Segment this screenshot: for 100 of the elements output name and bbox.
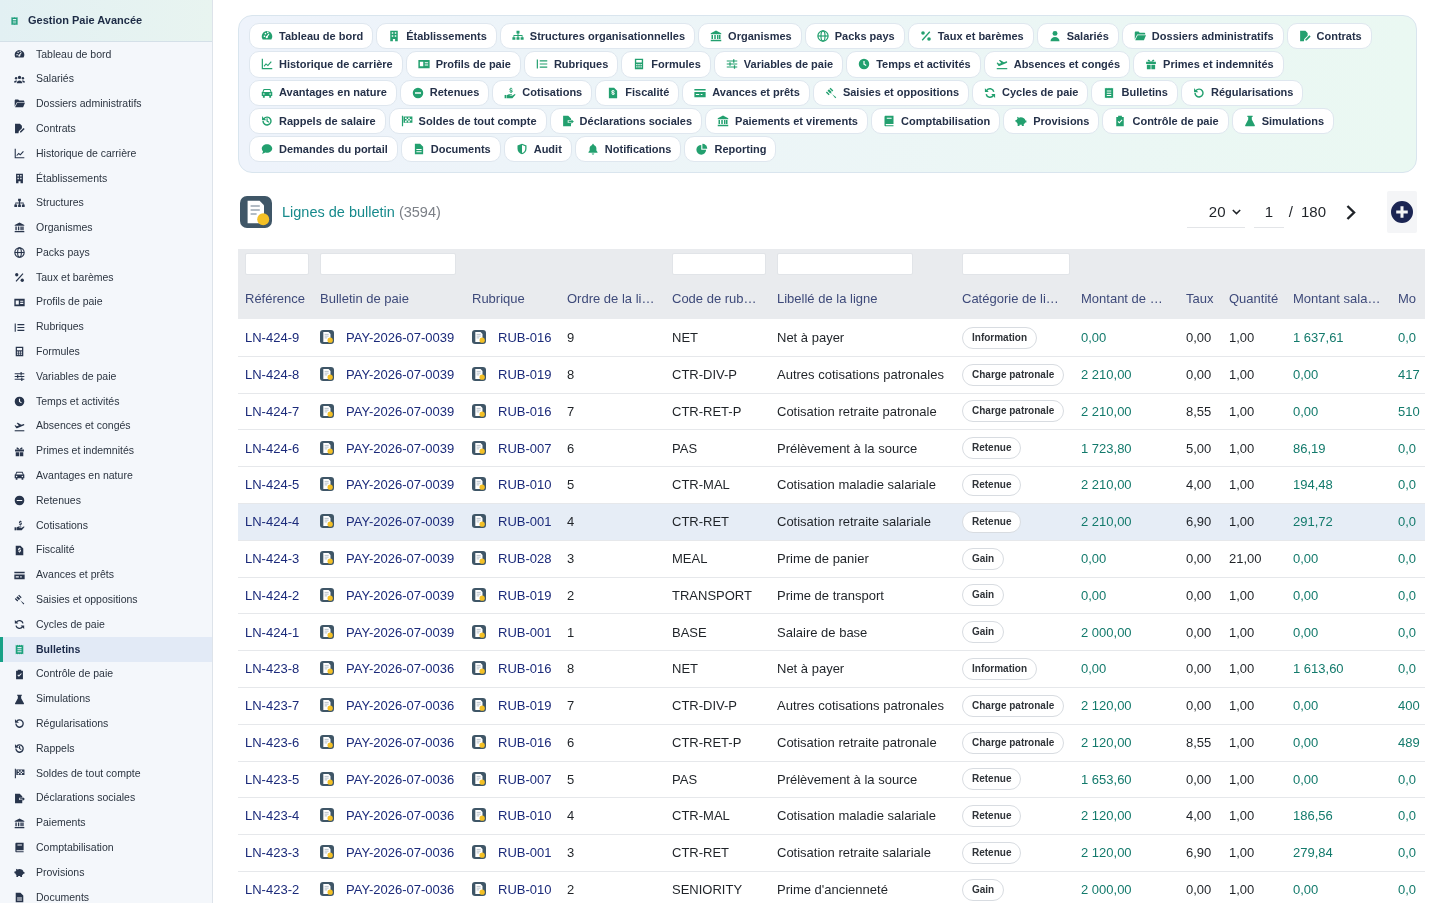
- reference-link[interactable]: LN-424-8: [245, 366, 300, 382]
- table-row[interactable]: LN-424-5 PAY-2026-07-0039 RUB-010 5 CTR-MAL Cotisation maladie salariale Retenue 2 210,00 4,00 1,00 194,48 0,0: [238, 466, 1425, 504]
- module-link[interactable]: Contrats: [1286, 23, 1372, 50]
- payslip-link[interactable]: PAY-2026-07-0036: [346, 808, 455, 824]
- rubric-link[interactable]: RUB-028: [498, 550, 552, 566]
- column-header[interactable]: Mo: [1391, 279, 1425, 320]
- payslip-link[interactable]: PAY-2026-07-0039: [346, 624, 455, 640]
- sidebar-item[interactable]: Taux et barèmes: [0, 265, 212, 290]
- rubric-link[interactable]: RUB-019: [498, 587, 552, 603]
- sidebar-item[interactable]: Dossiers administratifs: [0, 91, 212, 117]
- table-row[interactable]: LN-423-8 PAY-2026-07-0036 RUB-016 8 NET Net à payer Information 0,00 0,00 1,00 1 613,60 0,0: [238, 650, 1425, 688]
- sidebar-item[interactable]: Déclarations sociales: [0, 785, 212, 811]
- module-link[interactable]: Taux et barèmes: [907, 23, 1034, 50]
- sidebar-item[interactable]: Avantages en nature: [0, 463, 212, 489]
- reference-link[interactable]: LN-423-4: [245, 808, 300, 824]
- sidebar-item[interactable]: Salariés: [0, 66, 212, 92]
- module-link[interactable]: Avances et prêts: [682, 79, 810, 106]
- sidebar-item[interactable]: Profils de paie: [0, 289, 212, 315]
- module-link[interactable]: Temps et activités: [846, 51, 981, 78]
- sidebar-item[interactable]: Établissements: [0, 166, 212, 191]
- module-link[interactable]: Simulations: [1231, 107, 1334, 135]
- reference-link[interactable]: LN-423-2: [245, 882, 300, 898]
- module-link[interactable]: Établissements: [376, 23, 497, 50]
- reference-link[interactable]: LN-423-8: [245, 661, 300, 677]
- sidebar-item[interactable]: Soldes de tout compte: [0, 761, 212, 786]
- module-link[interactable]: Reporting: [684, 136, 777, 163]
- sidebar-item[interactable]: Formules: [0, 339, 212, 365]
- sidebar-item[interactable]: Documents: [0, 885, 212, 903]
- filter-field[interactable]: [672, 253, 766, 276]
- rubric-link[interactable]: RUB-016: [498, 403, 552, 419]
- payslip-link[interactable]: PAY-2026-07-0036: [346, 734, 455, 750]
- rubric-link[interactable]: RUB-007: [498, 771, 552, 787]
- sidebar-item[interactable]: Avances et prêts: [0, 562, 212, 588]
- sidebar-item[interactable]: Absences et congés: [0, 413, 212, 439]
- table-row[interactable]: LN-423-3 PAY-2026-07-0036 RUB-001 3 CTR-RET Cotisation retraite salariale Retenue 2 120,00 6,90 1,00 279,84 0,0: [238, 834, 1425, 872]
- module-link[interactable]: Rubriques: [523, 51, 619, 78]
- rubric-link[interactable]: RUB-010: [498, 808, 552, 824]
- reference-link[interactable]: LN-423-3: [245, 845, 300, 861]
- table-row[interactable]: LN-423-5 PAY-2026-07-0036 RUB-007 5 PAS Prélèvement à la source Retenue 1 653,60 0,00 1,00 0,00 0,0: [238, 761, 1425, 798]
- column-header[interactable]: Code de rub…: [665, 279, 770, 320]
- module-link[interactable]: Dossiers administratifs: [1121, 23, 1284, 50]
- rubric-link[interactable]: RUB-019: [498, 698, 552, 714]
- module-link[interactable]: Cotisations: [492, 79, 593, 106]
- column-header[interactable]: Rubrique: [465, 279, 560, 320]
- module-link[interactable]: Provisions: [1003, 107, 1100, 135]
- sidebar-item[interactable]: Contrôle de paie: [0, 661, 212, 687]
- add-button[interactable]: [1387, 191, 1417, 234]
- sidebar-item[interactable]: Primes et indemnités: [0, 438, 212, 464]
- column-header[interactable]: Catégorie de li…: [955, 279, 1074, 320]
- module-link[interactable]: Structures organisationnelles: [499, 23, 696, 50]
- payslip-link[interactable]: PAY-2026-07-0039: [346, 550, 455, 566]
- reference-link[interactable]: LN-424-7: [245, 403, 300, 419]
- sidebar-item[interactable]: Retenues: [0, 488, 212, 514]
- module-link[interactable]: Audit: [503, 136, 572, 163]
- module-link[interactable]: Avantages en nature: [249, 79, 397, 106]
- table-row[interactable]: LN-424-6 PAY-2026-07-0039 RUB-007 6 PAS Prélèvement à la source Retenue 1 723,80 5,00 1,00 86,19 0,0: [238, 429, 1425, 467]
- column-header[interactable]: Montant sala…: [1286, 279, 1391, 320]
- rubric-link[interactable]: RUB-016: [498, 329, 552, 345]
- module-link[interactable]: Soldes de tout compte: [388, 107, 547, 135]
- sidebar-item[interactable]: Cycles de paie: [0, 612, 212, 638]
- rubric-link[interactable]: RUB-019: [498, 366, 552, 382]
- sidebar-item[interactable]: Contrats: [0, 116, 212, 142]
- module-link[interactable]: Documents: [400, 136, 501, 163]
- page-input[interactable]: 1: [1253, 196, 1284, 229]
- filter-field[interactable]: [320, 253, 456, 276]
- payslip-link[interactable]: PAY-2026-07-0039: [346, 514, 455, 530]
- module-link[interactable]: Notifications: [574, 136, 682, 163]
- table-row[interactable]: LN-424-1 PAY-2026-07-0039 RUB-001 1 BASE Salaire de base Gain 2 000,00 0,00 1,00 0,00 0,0: [238, 613, 1425, 651]
- rubric-link[interactable]: RUB-016: [498, 661, 552, 677]
- rubric-link[interactable]: RUB-001: [498, 624, 552, 640]
- module-link[interactable]: Paiements et virements: [705, 107, 868, 135]
- module-link[interactable]: Primes et indemnités: [1133, 51, 1284, 78]
- module-link[interactable]: Historique de carrière: [249, 51, 403, 78]
- reference-link[interactable]: LN-424-5: [245, 477, 300, 493]
- table-row[interactable]: LN-423-7 PAY-2026-07-0036 RUB-019 7 CTR-DIV-P Autres cotisations patronales Charge patronale 2 120,00 0,00 1,00 0,00 400: [238, 687, 1425, 725]
- module-link[interactable]: Contrôle de paie: [1102, 107, 1229, 135]
- table-row[interactable]: LN-424-8 PAY-2026-07-0039 RUB-019 8 CTR-DIV-P Autres cotisations patronales Charge patronale 2 210,00 0,00 1,00 0,00 417: [238, 356, 1425, 394]
- table-row[interactable]: LN-423-6 PAY-2026-07-0036 RUB-016 6 CTR-RET-P Cotisation retraite patronale Charge patronale 2 120,00 8,55 1,00 0,00 489: [238, 724, 1425, 762]
- rubric-link[interactable]: RUB-007: [498, 440, 552, 456]
- rubric-link[interactable]: RUB-001: [498, 514, 552, 530]
- sidebar-item[interactable]: Provisions: [0, 860, 212, 886]
- module-link[interactable]: Saisies et oppositions: [812, 79, 970, 106]
- page-size-select[interactable]: 20: [1186, 196, 1245, 229]
- module-link[interactable]: Salariés: [1036, 23, 1119, 50]
- sidebar-item[interactable]: Régularisations: [0, 711, 212, 737]
- filter-field[interactable]: [962, 253, 1070, 276]
- reference-link[interactable]: LN-424-1: [245, 624, 300, 640]
- sidebar-item[interactable]: Bulletins: [0, 637, 212, 662]
- reference-link[interactable]: LN-424-2: [245, 587, 300, 603]
- sidebar-item[interactable]: Saisies et oppositions: [0, 587, 212, 613]
- sidebar-item[interactable]: Rappels: [0, 736, 212, 762]
- sidebar-item[interactable]: Packs pays: [0, 240, 212, 266]
- table-row[interactable]: LN-424-3 PAY-2026-07-0039 RUB-028 3 MEAL Prime de panier Gain 0,00 0,00 21,00 0,00 0,0: [238, 540, 1425, 578]
- payslip-link[interactable]: PAY-2026-07-0039: [346, 403, 455, 419]
- table-row[interactable]: LN-424-4 PAY-2026-07-0039 RUB-001 4 CTR-RET Cotisation retraite salariale Retenue 2 210,00 6,90 1,00 291,72 0,0: [238, 503, 1425, 541]
- module-link[interactable]: Organismes: [698, 23, 802, 50]
- module-link[interactable]: Absences et congés: [983, 51, 1131, 78]
- module-link[interactable]: Fiscalité: [595, 79, 680, 106]
- payslip-link[interactable]: PAY-2026-07-0036: [346, 882, 455, 898]
- module-link[interactable]: Rappels de salaire: [249, 107, 386, 135]
